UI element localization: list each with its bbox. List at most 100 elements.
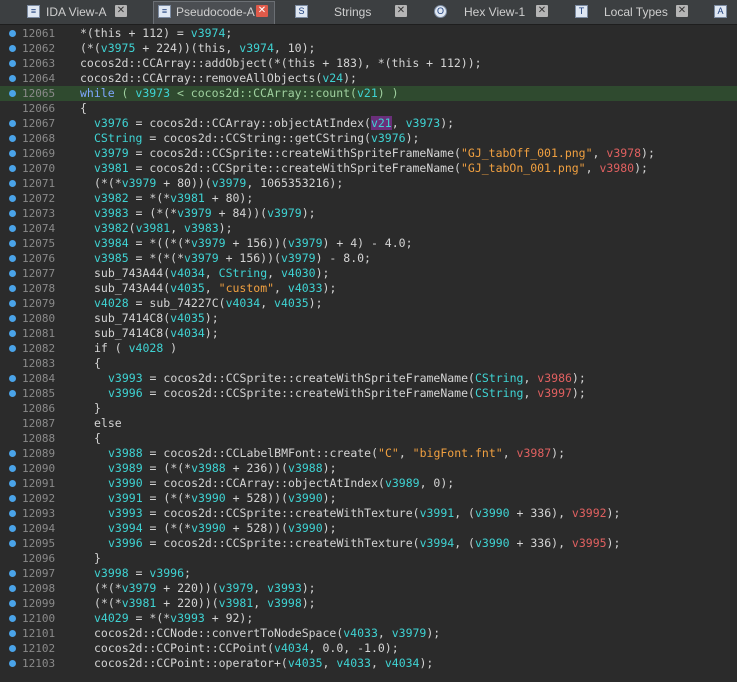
string-literal-token[interactable]: "C" bbox=[378, 446, 399, 460]
code-text[interactable]: v3981 = cocos2d::CCSprite::createWithSpr… bbox=[94, 161, 648, 176]
code-line[interactable]: 12095 v3996 = cocos2d::CCSprite::createWi… bbox=[0, 536, 737, 551]
variable-token[interactable]: v3989 bbox=[108, 461, 143, 475]
code-line[interactable]: 12061 *(this + 112) = v3974; bbox=[0, 26, 737, 41]
code-line[interactable]: 12098 (*(*v3979 + 220))(v3979, v3993); bbox=[0, 581, 737, 596]
variable-token[interactable]: v21 bbox=[357, 86, 378, 100]
variable-token[interactable]: v3976 bbox=[371, 131, 406, 145]
code-line[interactable]: 12094 v3994 = (*(*v3990 + 528))(v3990); bbox=[0, 521, 737, 536]
variable-token[interactable]: v4033 bbox=[288, 281, 323, 295]
code-line[interactable]: 12100 v4029 = *(*v3993 + 92); bbox=[0, 611, 737, 626]
variable-token[interactable]: v3990 bbox=[191, 491, 226, 505]
code-line[interactable]: 12063 cocos2d::CCArray::addObject(*(this … bbox=[0, 56, 737, 71]
variable-token[interactable]: v4035 bbox=[274, 296, 309, 310]
variable-token[interactable]: v4028 bbox=[129, 341, 164, 355]
variable-token[interactable]: v3990 bbox=[108, 476, 143, 490]
variable-token[interactable]: v3993 bbox=[267, 581, 302, 595]
code-text[interactable]: (*(*v3981 + 220))(v3981, v3998); bbox=[94, 596, 316, 611]
code-text[interactable]: { bbox=[80, 101, 87, 116]
code-text[interactable]: cocos2d::CCPoint::CCPoint(v4034, 0.0, -1… bbox=[94, 641, 399, 656]
variable-token[interactable]: v4034 bbox=[170, 326, 205, 340]
variable-token[interactable]: v3981 bbox=[219, 596, 254, 610]
variable-token[interactable]: v3979 bbox=[122, 581, 157, 595]
breakpoint-dot-icon[interactable] bbox=[9, 60, 16, 67]
variable-token[interactable]: v3973 bbox=[135, 86, 170, 100]
code-text[interactable]: { bbox=[94, 431, 101, 446]
code-text[interactable]: v4028 = sub_74227C(v4034, v4035); bbox=[94, 296, 323, 311]
breakpoint-dot-icon[interactable] bbox=[9, 30, 16, 37]
breakpoint-dot-icon[interactable] bbox=[9, 630, 16, 637]
code-text[interactable]: v3998 = v3996; bbox=[94, 566, 191, 581]
breakpoint-dot-icon[interactable] bbox=[9, 525, 16, 532]
variable-token[interactable]: v3990 bbox=[288, 521, 323, 535]
variable-token[interactable]: v3987 bbox=[517, 446, 552, 460]
variable-token[interactable]: v3993 bbox=[108, 371, 143, 385]
breakpoint-slot[interactable] bbox=[9, 360, 16, 367]
code-line[interactable]: 12070 v3981 = cocos2d::CCSprite::createWi… bbox=[0, 161, 737, 176]
variable-token[interactable]: v4033 bbox=[336, 656, 371, 670]
string-literal-token[interactable]: "custom" bbox=[219, 281, 274, 295]
breakpoint-dot-icon[interactable] bbox=[9, 390, 16, 397]
variable-token[interactable]: v3979 bbox=[281, 251, 316, 265]
code-text[interactable]: v3989 = (*(*v3988 + 236))(v3988); bbox=[108, 461, 337, 476]
variable-token[interactable]: v4034 bbox=[226, 296, 261, 310]
code-text[interactable]: v3993 = cocos2d::CCSprite::createWithTex… bbox=[108, 506, 620, 521]
breakpoint-slot[interactable] bbox=[9, 105, 16, 112]
variable-token[interactable]: v3974 bbox=[191, 26, 226, 40]
code-text[interactable]: v3984 = *((*(*v3979 + 156))(v3979) + 4) … bbox=[94, 236, 413, 251]
code-text[interactable]: cocos2d::CCArray::removeAllObjects(v24); bbox=[80, 71, 357, 86]
code-text[interactable]: cocos2d::CCPoint::operator+(v4035, v4033… bbox=[94, 656, 433, 671]
breakpoint-dot-icon[interactable] bbox=[9, 75, 16, 82]
variable-token[interactable]: v3982 bbox=[94, 221, 129, 235]
code-text[interactable]: v3976 = cocos2d::CCArray::objectAtIndex(… bbox=[94, 116, 454, 131]
keyword-token[interactable]: while bbox=[80, 86, 115, 100]
code-line[interactable]: 12077 sub_743A44(v4034, CString, v4030); bbox=[0, 266, 737, 281]
code-text[interactable]: else bbox=[94, 416, 122, 431]
close-icon[interactable]: ✕ bbox=[676, 5, 688, 17]
variable-token[interactable]: v3996 bbox=[108, 386, 143, 400]
variable-token[interactable]: v3993 bbox=[108, 506, 143, 520]
code-line[interactable]: 12083 { bbox=[0, 356, 737, 371]
close-icon[interactable]: ✕ bbox=[256, 5, 268, 17]
code-line[interactable]: 12084 v3993 = cocos2d::CCSprite::createWi… bbox=[0, 371, 737, 386]
code-text[interactable]: cocos2d::CCNode::convertToNodeSpace(v403… bbox=[94, 626, 440, 641]
variable-token[interactable]: v3986 bbox=[537, 371, 572, 385]
variable-token[interactable]: CString bbox=[475, 371, 523, 385]
code-text[interactable]: CString = cocos2d::CCString::getCString(… bbox=[94, 131, 419, 146]
variable-token[interactable]: CString bbox=[475, 386, 523, 400]
variable-token[interactable]: v3979 bbox=[212, 176, 247, 190]
variable-token[interactable]: v3981 bbox=[122, 596, 157, 610]
breakpoint-dot-icon[interactable] bbox=[9, 585, 16, 592]
variable-token[interactable]: v3994 bbox=[108, 521, 143, 535]
variable-token[interactable]: v4030 bbox=[281, 266, 316, 280]
breakpoint-dot-icon[interactable] bbox=[9, 225, 16, 232]
tab-local-types[interactable]: T Local Types ✕ bbox=[575, 2, 692, 22]
close-icon[interactable]: ✕ bbox=[395, 5, 407, 17]
code-line[interactable]: 12066 { bbox=[0, 101, 737, 116]
code-line[interactable]: 12089 v3988 = cocos2d::CCLabelBMFont::cre… bbox=[0, 446, 737, 461]
breakpoint-slot[interactable] bbox=[9, 435, 16, 442]
code-line[interactable]: 12099 (*(*v3981 + 220))(v3981, v3998); bbox=[0, 596, 737, 611]
variable-token[interactable]: v4029 bbox=[94, 611, 129, 625]
code-line[interactable]: 12086} bbox=[0, 401, 737, 416]
breakpoint-dot-icon[interactable] bbox=[9, 615, 16, 622]
variable-token[interactable]: v3991 bbox=[108, 491, 143, 505]
tab-ida-view-a[interactable]: ≡ IDA View-A ✕ bbox=[27, 2, 132, 22]
code-line[interactable]: 12087 else bbox=[0, 416, 737, 431]
code-text[interactable]: v3982 = *(*v3981 + 80); bbox=[94, 191, 253, 206]
variable-token[interactable]: v4034 bbox=[385, 656, 420, 670]
code-line[interactable]: 12065 while ( v3973 < cocos2d::CCArray::c… bbox=[0, 86, 737, 101]
breakpoint-dot-icon[interactable] bbox=[9, 645, 16, 652]
code-text[interactable]: (*(v3975 + 224))(this, v3974, 10); bbox=[80, 41, 315, 56]
code-line[interactable]: 12090 v3989 = (*(*v3988 + 236))(v3988); bbox=[0, 461, 737, 476]
code-line[interactable]: 12062 (*(v3975 + 224))(this, v3974, 10); bbox=[0, 41, 737, 56]
code-text[interactable]: } bbox=[94, 551, 101, 566]
tab-overflow[interactable]: A bbox=[714, 2, 734, 22]
breakpoint-dot-icon[interactable] bbox=[9, 255, 16, 262]
code-line[interactable]: 12074 v3982(v3981, v3983); bbox=[0, 221, 737, 236]
variable-token[interactable]: v3976 bbox=[94, 116, 129, 130]
code-text[interactable]: sub_7414C8(v4034); bbox=[94, 326, 219, 341]
variable-token[interactable]: v3988 bbox=[191, 461, 226, 475]
variable-token[interactable]: CString bbox=[94, 131, 142, 145]
variable-token[interactable]: v3984 bbox=[94, 236, 129, 250]
variable-token[interactable]: v3981 bbox=[136, 221, 171, 235]
